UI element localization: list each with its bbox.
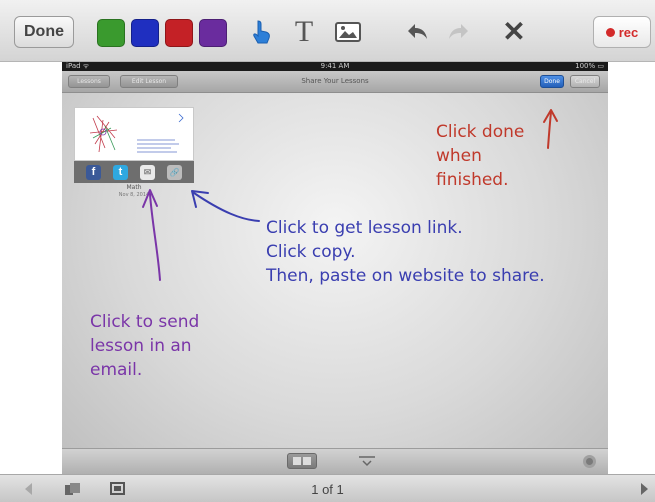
annotation-purple: Click to send lesson in an email. (90, 310, 199, 382)
bottom-bar: 1 of 1 (0, 474, 655, 502)
annotation-red-line: Click done (436, 122, 525, 142)
close-icon[interactable]: ✕ (499, 17, 529, 47)
page-indicator: 1 of 1 (311, 482, 344, 497)
image-icon[interactable] (333, 17, 363, 47)
close-glyph: ✕ (502, 16, 526, 47)
text-tool-glyph: T (294, 15, 314, 48)
color-swatch-red[interactable] (165, 19, 193, 47)
annotation-purple-line: lesson in an (90, 336, 192, 356)
ipad-bottom-bar (62, 448, 608, 474)
redo-icon[interactable] (443, 17, 473, 47)
record-icon (605, 27, 615, 37)
next-page-icon[interactable] (638, 482, 652, 496)
annotation-blue-line: Then, paste on website to share. (266, 266, 545, 286)
color-swatch-green[interactable] (97, 19, 125, 47)
record-button[interactable]: rec (593, 16, 651, 48)
undo-icon[interactable] (403, 17, 433, 47)
ipad-share-button[interactable] (356, 453, 378, 469)
pointer-icon[interactable] (247, 17, 277, 47)
annotation-red-line: finished. (436, 170, 509, 190)
done-button[interactable]: Done (14, 16, 74, 48)
color-swatch-blue[interactable] (131, 19, 159, 47)
settings-gear-icon[interactable] (583, 455, 596, 468)
annotation-blue-line: Click copy. (266, 242, 356, 262)
color-swatch-purple[interactable] (199, 19, 227, 47)
record-label: rec (618, 24, 639, 40)
annotation-purple-line: email. (90, 360, 143, 380)
ipad-screen: iPad ᯤ 9:41 AM 100% ▭ Lessons Edit Lesso… (62, 62, 608, 474)
annotation-purple-line: Click to send (90, 312, 200, 332)
annotation-red: Click done when finished. (436, 120, 524, 192)
annotation-red-line: when (436, 146, 482, 166)
annotation-blue: Click to get lesson link. Click copy. Th… (266, 216, 545, 288)
top-toolbar: Done T ✕ rec (0, 0, 655, 62)
text-icon[interactable]: T (289, 17, 319, 47)
annotation-blue-line: Click to get lesson link. (266, 218, 463, 238)
ipad-gallery-button[interactable] (287, 453, 317, 469)
